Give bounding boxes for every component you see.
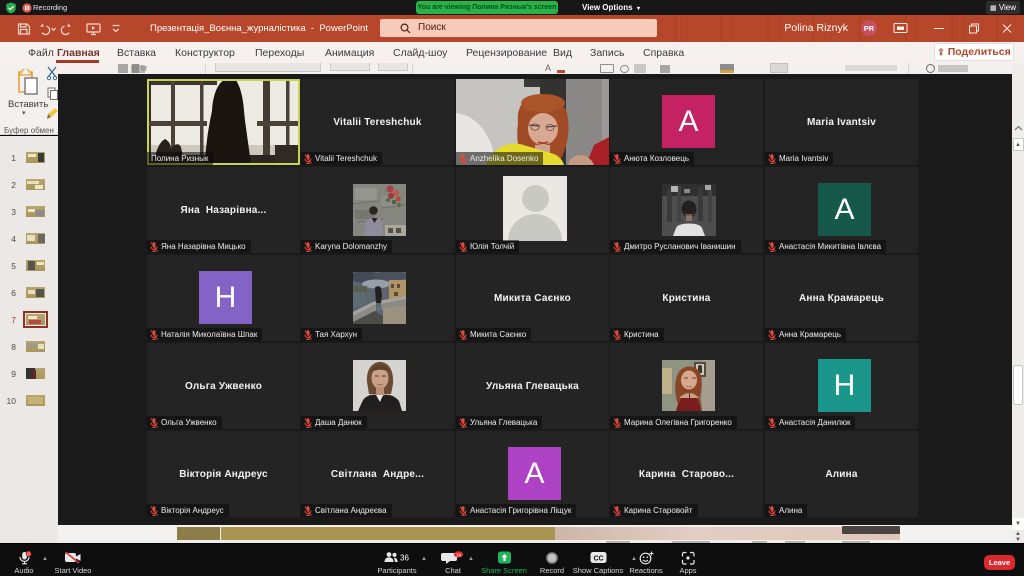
svg-text:19: 19 [456,553,462,558]
svg-text:36: 36 [400,554,409,563]
svg-text:CC: CC [593,556,603,563]
